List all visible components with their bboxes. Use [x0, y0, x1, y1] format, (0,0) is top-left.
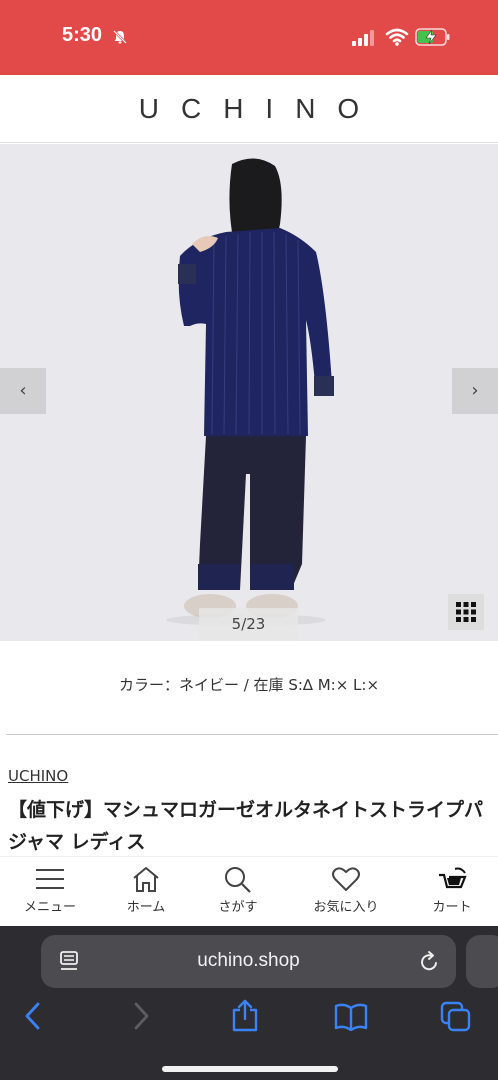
- site-header: UCHINO: [0, 75, 498, 143]
- gallery-grid-button[interactable]: [448, 594, 484, 630]
- bottom-nav: メニュー ホーム さがす お気に入り カート: [0, 856, 498, 926]
- search-icon: [225, 867, 251, 893]
- nav-menu[interactable]: メニュー: [8, 857, 92, 927]
- nav-search-label: さがす: [218, 900, 258, 915]
- site-logo[interactable]: UCHINO: [0, 93, 498, 125]
- heart-icon: [332, 867, 360, 891]
- forward-icon[interactable]: [130, 1001, 152, 1031]
- product-photo: [0, 144, 498, 641]
- share-icon[interactable]: [230, 998, 260, 1032]
- nav-favorites-label: お気に入り: [313, 900, 379, 915]
- battery-charging-icon: [415, 28, 450, 46]
- nav-menu-label: メニュー: [23, 900, 76, 915]
- url-text: uchino.shop: [197, 950, 300, 971]
- menu-icon: [36, 869, 64, 889]
- browser-chrome: uchino.shop: [0, 926, 498, 1080]
- nav-home-label: ホーム: [126, 900, 166, 915]
- status-bar: 5:30: [0, 0, 498, 75]
- back-icon[interactable]: [22, 1001, 44, 1031]
- next-tab-preview[interactable]: [466, 935, 498, 988]
- bell-off-icon: [113, 30, 127, 44]
- home-icon: [133, 867, 159, 892]
- tabs-icon[interactable]: [440, 1001, 472, 1033]
- bookmarks-icon[interactable]: [334, 1003, 368, 1031]
- product-title: 【値下げ】マシュマロガーゼオルタネイトストライプパジャマ レディス: [8, 799, 484, 853]
- cart-icon: [439, 867, 467, 889]
- divider: [6, 734, 498, 735]
- wifi-icon: [385, 28, 409, 46]
- gallery-prev-button[interactable]: ‹: [0, 368, 46, 414]
- color-stock-info: カラー：ネイビー / 在庫 S:∆ M:× L:×: [118, 676, 380, 694]
- gallery-counter: 5/23: [199, 608, 298, 641]
- home-indicator: [162, 1066, 338, 1072]
- gallery-next-button[interactable]: ›: [452, 368, 498, 414]
- nav-cart[interactable]: カート: [414, 857, 490, 927]
- reload-icon[interactable]: [418, 950, 440, 974]
- product-image-gallery[interactable]: ‹ › 5/23: [0, 144, 498, 641]
- grid-icon: [456, 602, 476, 622]
- nav-search[interactable]: さがす: [198, 857, 278, 927]
- nav-favorites[interactable]: お気に入り: [296, 857, 396, 927]
- cell-signal-icon: [352, 30, 374, 46]
- nav-cart-label: カート: [432, 900, 472, 915]
- address-bar[interactable]: uchino.shop: [41, 935, 456, 988]
- status-time: 5:30: [62, 24, 103, 46]
- nav-home[interactable]: ホーム: [106, 857, 186, 927]
- brand-link[interactable]: UCHINO: [8, 767, 68, 785]
